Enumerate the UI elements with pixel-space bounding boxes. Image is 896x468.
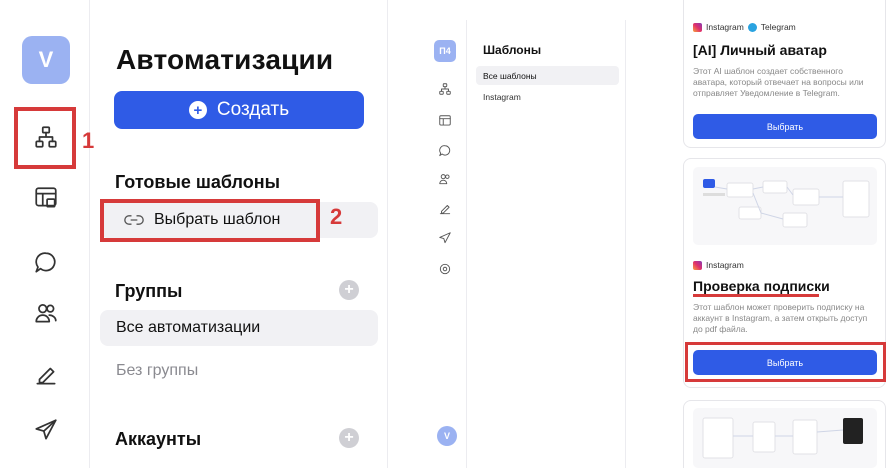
title-underline-highlight bbox=[693, 294, 819, 297]
card-description: Этот шаблон может проверить подписку на … bbox=[693, 302, 868, 334]
page-title: Автоматизации bbox=[116, 44, 334, 75]
mini-workspace-avatar[interactable]: П4 bbox=[434, 40, 456, 62]
add-account-button[interactable]: + bbox=[339, 428, 359, 448]
flow-preview-image bbox=[693, 408, 877, 468]
add-group-button[interactable]: + bbox=[339, 280, 359, 300]
divider bbox=[466, 20, 467, 468]
main-sidebar-rail: V bbox=[0, 0, 90, 468]
mini-users-icon[interactable] bbox=[438, 172, 452, 186]
mini-user-avatar[interactable]: V bbox=[437, 426, 457, 446]
chat-icon[interactable] bbox=[26, 243, 66, 283]
create-button-label: Создать bbox=[216, 99, 290, 120]
card-tags: Instagram bbox=[693, 260, 744, 270]
templates-title: Шаблоны bbox=[483, 43, 542, 57]
card-title: Проверка подписки bbox=[693, 278, 830, 294]
choose-button[interactable]: Выбрать bbox=[693, 114, 877, 139]
mini-automation-icon[interactable] bbox=[438, 82, 452, 96]
instagram-icon bbox=[693, 22, 702, 32]
all-templates-item[interactable]: Все шаблоны bbox=[476, 66, 619, 85]
dashboard-icon[interactable] bbox=[26, 178, 66, 218]
highlight-box-choose-button bbox=[685, 342, 886, 382]
mini-chat-icon[interactable] bbox=[438, 144, 452, 158]
workspace-avatar[interactable]: V bbox=[22, 36, 70, 84]
screenshot: V 1 Автоматизации + Создать Готовые шабл… bbox=[0, 0, 896, 468]
users-icon[interactable] bbox=[26, 293, 66, 333]
tag-label: Instagram bbox=[706, 260, 744, 270]
accounts-heading: Аккаунты bbox=[115, 429, 202, 449]
mini-send-icon[interactable] bbox=[438, 231, 452, 245]
card-title: [AI] Личный аватар bbox=[693, 42, 827, 58]
all-automations-item[interactable]: Все автоматизации bbox=[100, 310, 378, 346]
groups-heading: Группы bbox=[115, 281, 183, 301]
mini-pen-icon[interactable] bbox=[438, 202, 452, 216]
send-icon[interactable] bbox=[26, 410, 66, 450]
mini-settings-icon[interactable] bbox=[438, 262, 452, 276]
divider bbox=[625, 20, 626, 468]
telegram-icon bbox=[747, 22, 757, 32]
instagram-templates-item[interactable]: Instagram bbox=[483, 92, 521, 102]
card-tags: Instagram Telegram bbox=[693, 22, 796, 32]
plus-icon: + bbox=[188, 101, 207, 119]
highlight-box-automation bbox=[14, 107, 76, 169]
no-group-item[interactable]: Без группы bbox=[116, 362, 198, 380]
step-number-2: 2 bbox=[330, 204, 343, 229]
mini-dashboard-icon[interactable] bbox=[438, 114, 452, 128]
card-description: Этот AI шаблон создает собственного ават… bbox=[693, 66, 864, 98]
flow-preview-image bbox=[693, 167, 877, 245]
instagram-icon bbox=[693, 260, 702, 270]
pen-icon[interactable] bbox=[26, 355, 66, 395]
create-button[interactable]: + Создать bbox=[114, 91, 364, 129]
highlight-box-choose-template bbox=[100, 199, 320, 242]
tag-label: Instagram bbox=[706, 22, 744, 32]
tag-label: Telegram bbox=[760, 22, 796, 32]
templates-heading: Готовые шаблоны bbox=[115, 172, 280, 192]
